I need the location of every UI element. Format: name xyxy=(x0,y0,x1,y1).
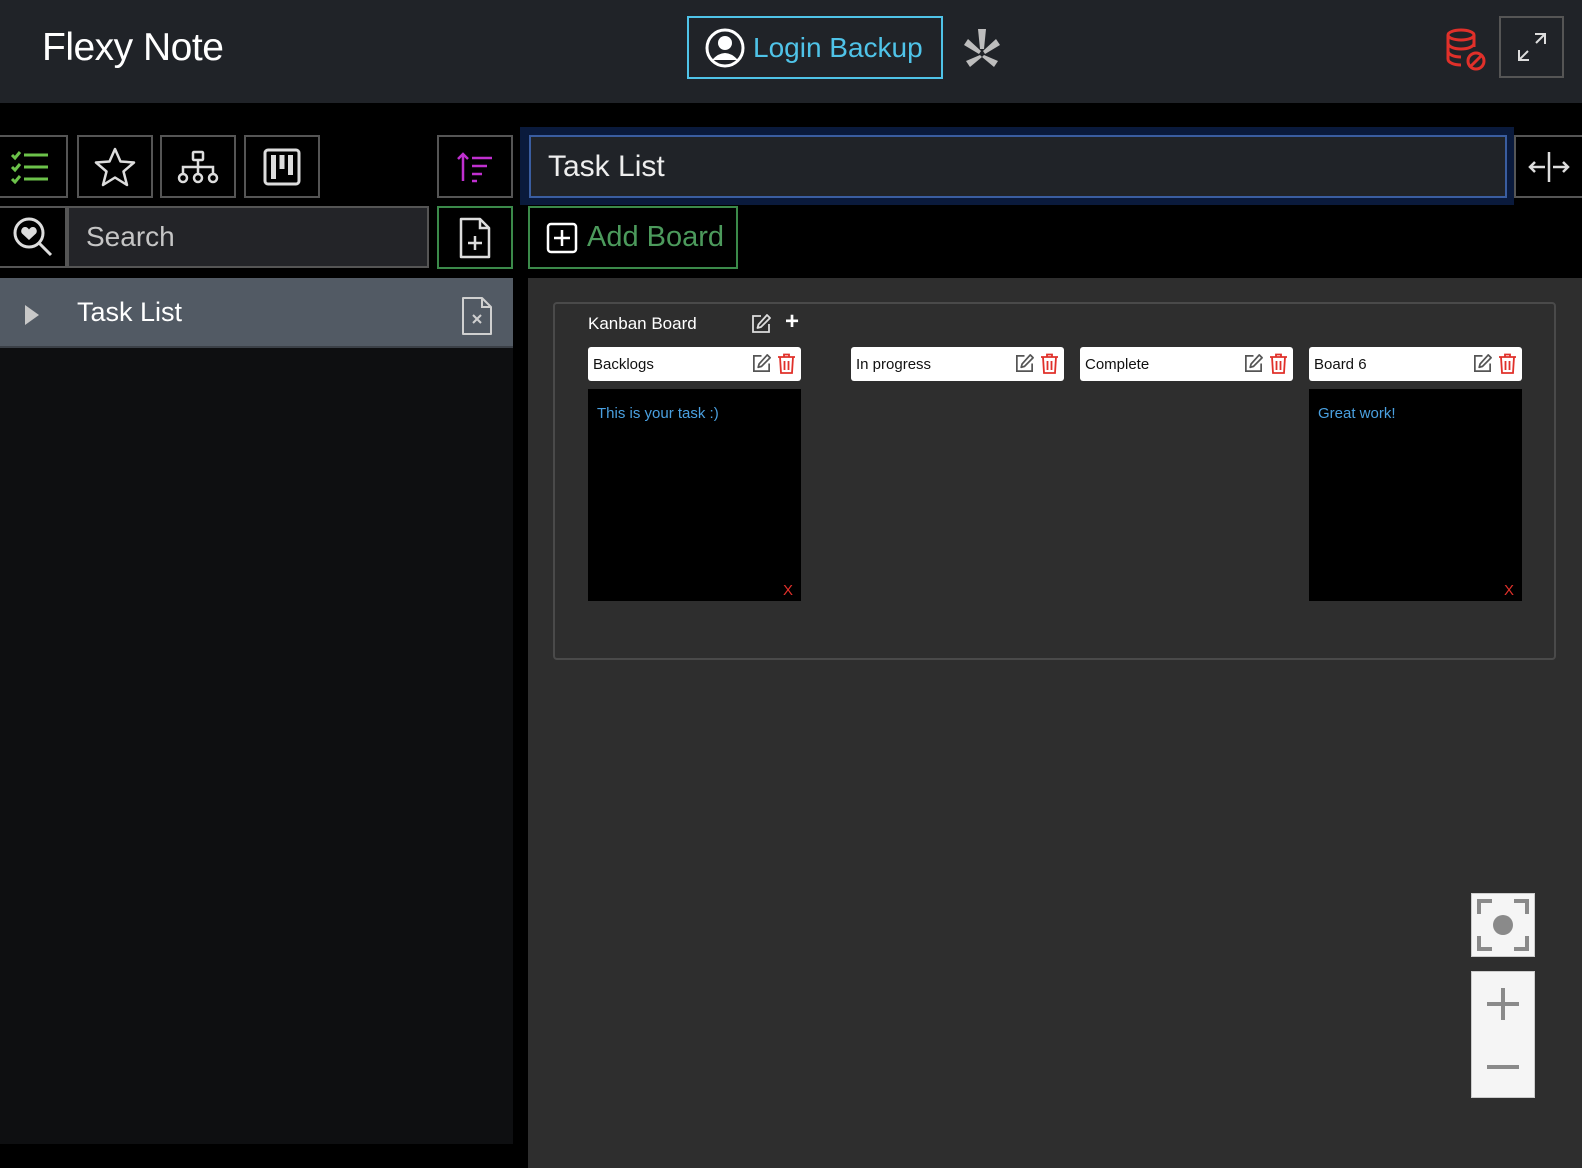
fullscreen-button[interactable] xyxy=(1499,16,1564,78)
hierarchy-icon xyxy=(177,150,219,183)
app-root: Flexy Note Login Backup Search Task List… xyxy=(0,0,1582,1168)
add-column-icon[interactable]: + xyxy=(785,310,807,334)
trash-icon[interactable] xyxy=(1040,353,1059,374)
edit-icon[interactable] xyxy=(750,313,772,335)
database-offline-icon[interactable] xyxy=(1443,27,1487,71)
fit-view-button[interactable] xyxy=(1471,893,1535,957)
column-title: Board 6 xyxy=(1314,356,1367,373)
expand-arrow-icon[interactable] xyxy=(24,304,40,326)
kanban-column-header[interactable]: Board 6 xyxy=(1309,347,1522,381)
hierarchy-view-button[interactable] xyxy=(160,135,236,198)
resize-horizontal-icon xyxy=(1528,151,1570,182)
board-canvas[interactable]: Kanban Board + Backlogs This is your tas… xyxy=(528,278,1582,1168)
checklist-icon xyxy=(10,150,48,184)
kanban-view-button[interactable] xyxy=(244,135,320,198)
note-item[interactable]: Task List xyxy=(0,278,513,348)
card-text[interactable]: Great work! xyxy=(1318,405,1396,422)
kanban-icon xyxy=(263,148,301,185)
trash-icon[interactable] xyxy=(1269,353,1288,374)
plus-square-icon xyxy=(546,222,578,253)
column-title: Complete xyxy=(1085,356,1150,373)
zoom-controls xyxy=(1471,971,1535,1098)
column-title: Backlogs xyxy=(593,356,654,373)
user-circle-icon xyxy=(705,28,745,67)
expand-icon xyxy=(1517,33,1546,61)
fit-view-icon xyxy=(1477,899,1529,951)
edit-icon[interactable] xyxy=(751,353,772,374)
new-note-button[interactable] xyxy=(437,206,513,269)
kanban-board[interactable]: Kanban Board + Backlogs This is your tas… xyxy=(553,302,1556,660)
star-icon xyxy=(94,147,136,186)
kanban-board-title: Kanban Board xyxy=(588,314,697,333)
file-delete-icon[interactable] xyxy=(461,296,493,336)
plus-icon xyxy=(1487,987,1519,1020)
split-view-button[interactable] xyxy=(1514,135,1582,198)
list-view-button[interactable] xyxy=(0,135,68,198)
kanban-column-header[interactable]: Complete xyxy=(1080,347,1293,381)
notes-sidebar: Task List xyxy=(0,278,513,1144)
kanban-column-header[interactable]: Backlogs xyxy=(588,347,801,381)
column-title: In progress xyxy=(856,356,932,373)
kanban-column-header[interactable]: In progress xyxy=(851,347,1064,381)
search-input[interactable] xyxy=(67,206,429,268)
edit-icon[interactable] xyxy=(1243,353,1264,374)
login-backup-button[interactable]: Login Backup xyxy=(687,16,943,79)
sort-ascending-icon xyxy=(457,151,492,182)
yelp-icon[interactable] xyxy=(960,27,1004,73)
favorites-button[interactable] xyxy=(77,135,153,198)
minus-icon xyxy=(1487,1064,1519,1069)
kanban-card[interactable]: This is your task :) X xyxy=(588,389,801,601)
file-plus-icon xyxy=(459,217,491,258)
trash-icon[interactable] xyxy=(777,353,796,374)
add-board-label: Add Board xyxy=(587,221,725,253)
app-title: Flexy Note xyxy=(42,26,224,69)
app-header: Flexy Note Login Backup xyxy=(0,0,1582,103)
kanban-card[interactable]: Great work! X xyxy=(1309,389,1522,601)
zoom-in-button[interactable] xyxy=(1472,972,1534,1035)
login-backup-label: Login Backup xyxy=(753,31,923,63)
edit-icon[interactable] xyxy=(1014,353,1035,374)
search-favorite-icon xyxy=(13,217,52,257)
zoom-out-button[interactable] xyxy=(1472,1035,1534,1098)
note-title-input[interactable] xyxy=(529,135,1507,198)
card-delete-button[interactable]: X xyxy=(783,582,793,599)
card-text[interactable]: This is your task :) xyxy=(597,405,719,422)
search-icon-box xyxy=(0,206,67,268)
sort-button[interactable] xyxy=(437,135,513,198)
card-delete-button[interactable]: X xyxy=(1504,582,1514,599)
add-board-button[interactable]: Add Board xyxy=(528,206,738,269)
trash-icon[interactable] xyxy=(1498,353,1517,374)
edit-icon[interactable] xyxy=(1472,353,1493,374)
note-item-title: Task List xyxy=(77,297,183,327)
